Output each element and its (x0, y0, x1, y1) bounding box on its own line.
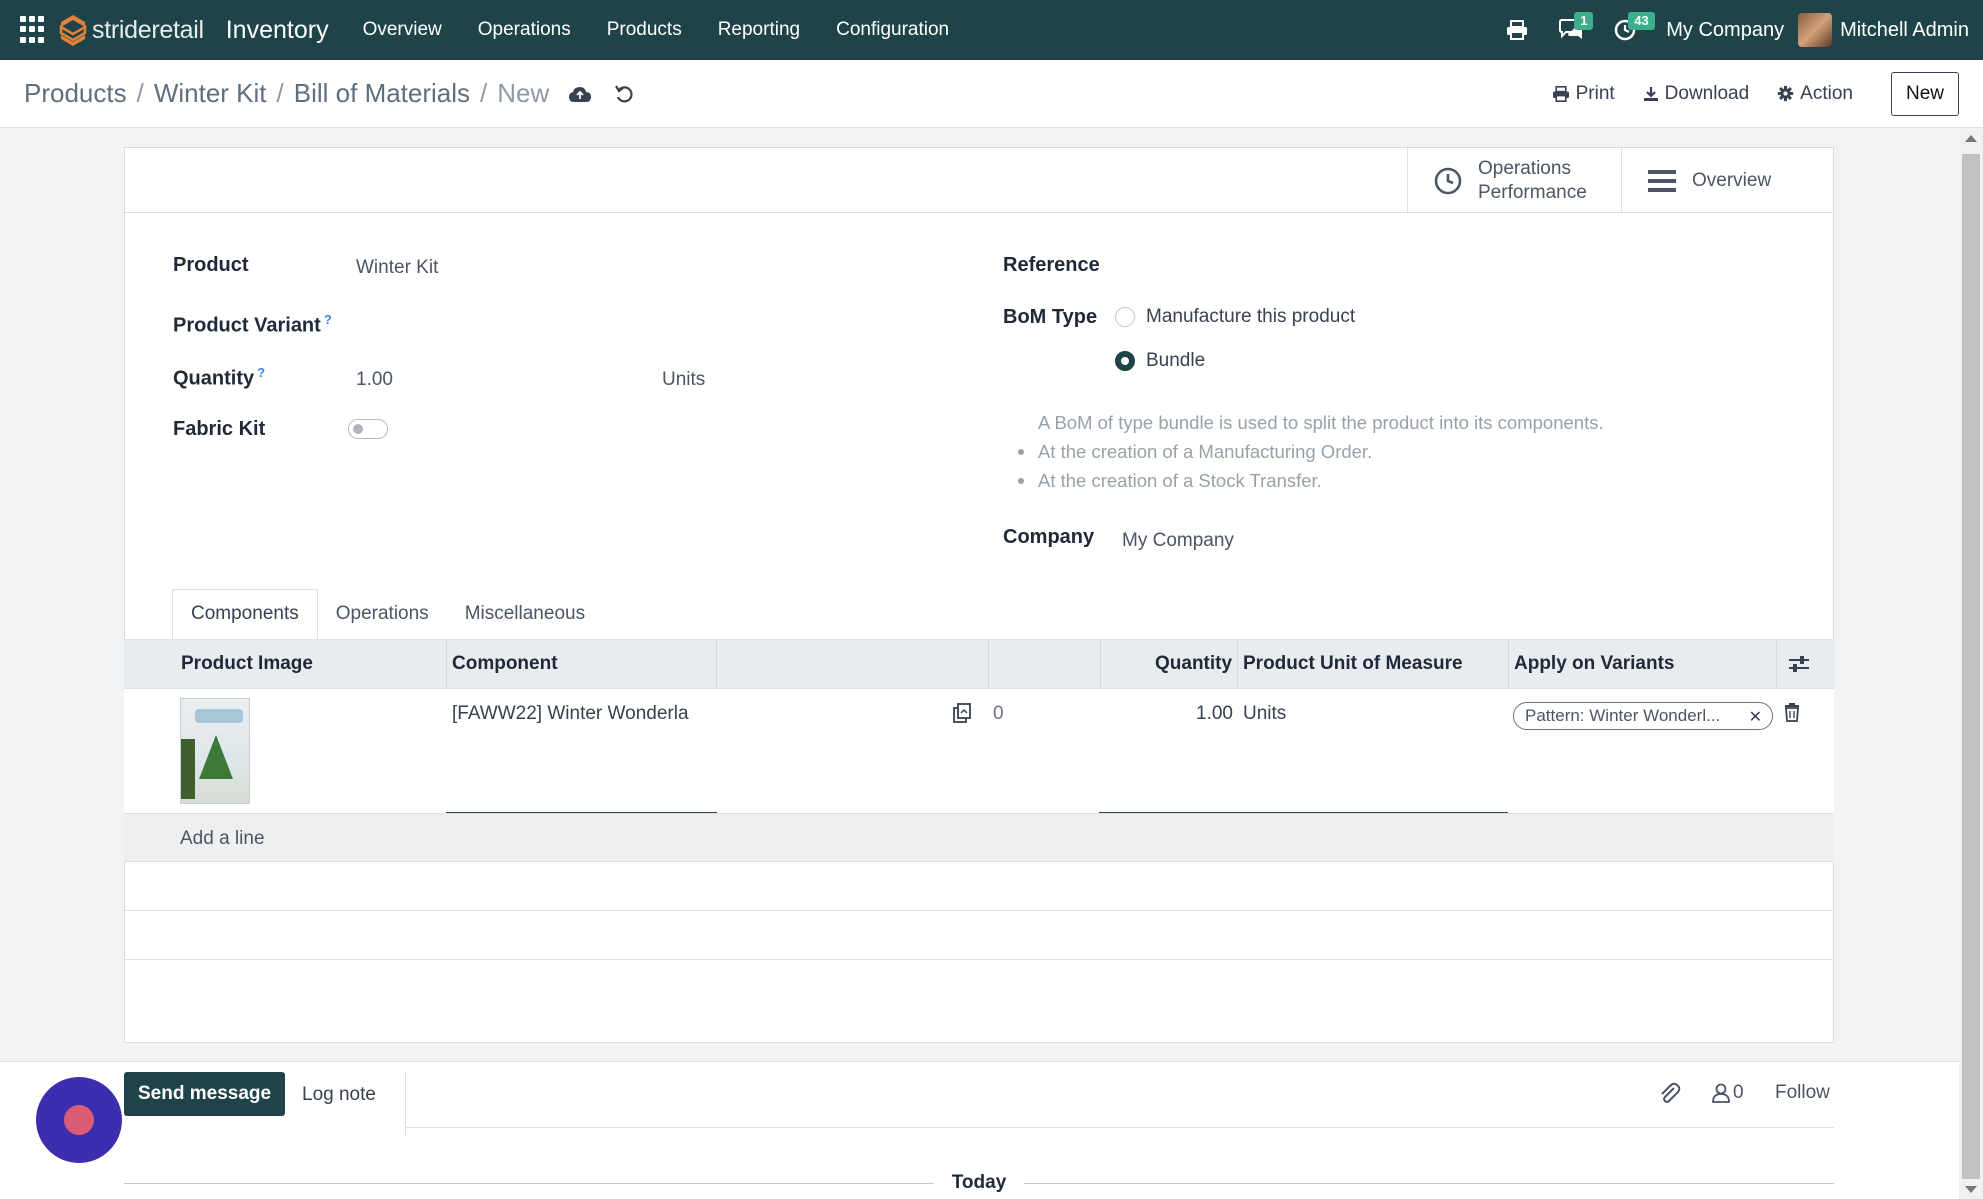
activities-badge: 43 (1628, 12, 1655, 30)
floating-action-button[interactable] (36, 1077, 122, 1163)
menu-overview[interactable]: Overview (345, 0, 460, 60)
chatter: Send message Log note 0 Follow Today (0, 1061, 1959, 1199)
menu-products[interactable]: Products (589, 0, 700, 60)
product-field[interactable]: Winter Kit (356, 257, 438, 279)
help-tooltip-icon[interactable]: ? (257, 365, 265, 380)
operations-performance-label-1: Operations (1478, 157, 1571, 179)
save-cloud-icon[interactable] (567, 81, 593, 107)
overview-button[interactable]: Overview (1621, 148, 1833, 213)
add-line-row: Add a line (124, 813, 1834, 861)
column-component[interactable]: Component (452, 640, 558, 688)
attachment-paperclip-icon[interactable] (1659, 1082, 1681, 1106)
new-button[interactable]: New (1890, 71, 1959, 116)
print-icon[interactable] (1490, 0, 1544, 60)
download-icon (1643, 86, 1658, 101)
today-separator: Today (124, 1172, 1835, 1194)
top-navbar: strideretail Inventory Overview Operatio… (0, 0, 1983, 60)
control-panel: Products / Winter Kit / Bill of Material… (0, 60, 1983, 128)
followers-count: 0 (1733, 1082, 1744, 1103)
user-menu[interactable]: Mitchell Admin (1798, 13, 1983, 47)
help-tooltip-icon[interactable]: ? (324, 312, 332, 327)
follow-button[interactable]: Follow (1775, 1082, 1830, 1104)
brand-name: strideretail (92, 15, 204, 44)
product-image-thumbnail[interactable] (180, 698, 250, 804)
breadcrumb-current: New (497, 78, 550, 108)
quantity-field[interactable]: 1.00 (356, 369, 393, 391)
apps-menu-icon[interactable] (20, 16, 48, 44)
send-message-button[interactable]: Send message (124, 1072, 286, 1116)
column-product-image[interactable]: Product Image (181, 640, 313, 688)
tab-miscellaneous[interactable]: Miscellaneous (447, 589, 603, 639)
menu-configuration[interactable]: Configuration (818, 0, 967, 60)
quantity-cell[interactable]: 1.00 (1196, 703, 1233, 725)
bars-icon (1648, 169, 1676, 192)
components-table-header: Product Image Component Quantity Product… (124, 639, 1834, 689)
product-variant-label: Product Variant? (173, 312, 332, 337)
company-switcher[interactable]: My Company (1652, 19, 1798, 42)
followers-button[interactable]: 0 (1712, 1082, 1744, 1104)
notebook-tabs: Components Operations Miscellaneous (172, 589, 603, 639)
column-quantity[interactable]: Quantity (1155, 640, 1232, 688)
reference-label: Reference (1003, 254, 1100, 276)
stride-logo-icon (59, 15, 87, 46)
avatar (1798, 13, 1833, 47)
company-label: Company (1003, 526, 1095, 548)
company-field[interactable]: My Company (1122, 530, 1234, 552)
tab-operations[interactable]: Operations (318, 589, 447, 639)
uom-cell[interactable]: Units (1243, 703, 1286, 725)
empty-row (124, 910, 1834, 959)
remove-tag-icon[interactable]: ✕ (1749, 707, 1762, 727)
operations-performance-label-2: Performance (1478, 181, 1587, 203)
user-icon (1712, 1083, 1730, 1103)
menu-operations[interactable]: Operations (460, 0, 589, 60)
menu-reporting[interactable]: Reporting (700, 0, 818, 60)
download-button[interactable]: Download (1643, 83, 1749, 105)
messages-badge: 1 (1574, 12, 1594, 30)
clock-icon (1434, 167, 1462, 194)
forecast-report-icon[interactable] (951, 702, 973, 730)
empty-row (124, 861, 1834, 910)
action-button[interactable]: Action (1777, 83, 1853, 105)
app-name[interactable]: Inventory (226, 16, 329, 45)
product-variant-field[interactable] (356, 308, 696, 336)
bom-type-label: BoM Type (1003, 306, 1098, 328)
gear-icon (1778, 85, 1794, 102)
column-apply-on-variants[interactable]: Apply on Variants (1514, 640, 1674, 688)
add-line-link[interactable]: Add a line (180, 828, 265, 850)
component-field[interactable]: [FAWW22] Winter Wonderla (452, 703, 692, 725)
tab-components[interactable]: Components (172, 589, 318, 639)
breadcrumb-products[interactable]: Products (24, 78, 127, 109)
operations-performance-button[interactable]: Operations Performance (1407, 148, 1621, 213)
forecast-value: 0 (993, 703, 1004, 724)
fabric-kit-toggle[interactable] (348, 419, 388, 439)
discard-undo-icon[interactable] (611, 81, 637, 107)
today-label: Today (951, 1172, 1007, 1193)
smart-button-box: Operations Performance Overview (125, 148, 1833, 213)
page-scrollbar[interactable] (1959, 129, 1983, 1199)
delete-trash-icon[interactable] (1784, 703, 1800, 728)
bom-type-bundle-radio[interactable]: Bundle (1115, 350, 1205, 372)
bom-type-manufacture-radio[interactable]: Manufacture this product (1115, 306, 1355, 328)
column-uom[interactable]: Product Unit of Measure (1243, 640, 1463, 688)
messages-icon[interactable]: 1 (1544, 0, 1598, 60)
bom-type-help-text: A BoM of type bundle is used to split th… (1006, 408, 1604, 495)
print-button[interactable]: Print (1552, 83, 1615, 105)
activities-clock-icon[interactable]: 43 (1598, 0, 1655, 60)
product-label: Product (173, 254, 249, 276)
empty-row (124, 959, 1834, 1008)
column-settings-icon[interactable] (1788, 640, 1810, 688)
fabric-kit-label: Fabric Kit (173, 418, 266, 440)
user-name: Mitchell Admin (1840, 18, 1969, 41)
breadcrumb-winter-kit[interactable]: Winter Kit (154, 78, 267, 109)
quantity-label: Quantity? (173, 365, 266, 390)
overview-label: Overview (1692, 169, 1772, 191)
log-note-button[interactable]: Log note (288, 1072, 406, 1137)
breadcrumb: Products / Winter Kit / Bill of Material… (24, 78, 550, 109)
quantity-uom-field[interactable]: Units (662, 369, 705, 391)
reference-field[interactable] (1118, 250, 1758, 280)
print-icon (1552, 85, 1569, 102)
variant-tag[interactable]: Pattern: Winter Wonderl... ✕ (1513, 702, 1773, 730)
breadcrumb-bill-of-materials[interactable]: Bill of Materials (294, 78, 470, 109)
brand-logo[interactable]: strideretail (58, 13, 204, 47)
